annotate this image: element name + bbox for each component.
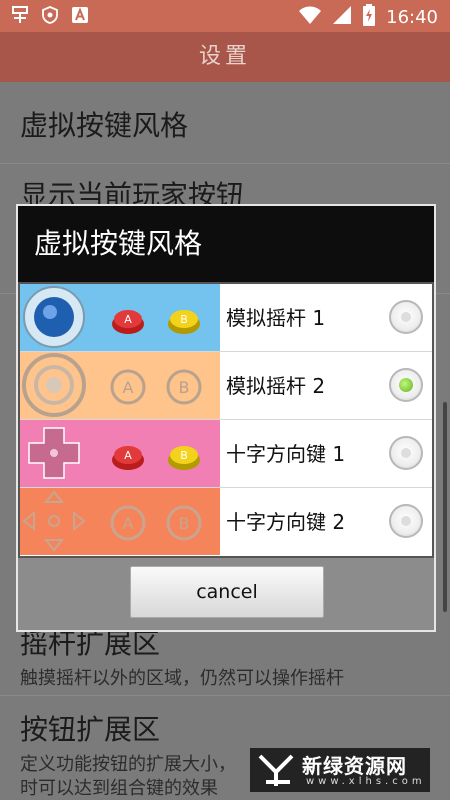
analog-stick-1-preview-icon: A B <box>20 284 220 351</box>
wifi-icon <box>298 5 322 30</box>
option-label: 十字方向键 2 <box>226 510 346 534</box>
svg-text:A: A <box>124 449 132 462</box>
dpad-1-preview-icon: A B <box>20 420 220 487</box>
option-label: 模拟摇杆 2 <box>226 374 326 398</box>
cancel-button[interactable]: cancel <box>130 566 324 618</box>
battery-charging-icon <box>362 4 376 31</box>
option-label: 模拟摇杆 1 <box>226 306 326 330</box>
option-analog-stick-1[interactable]: A B 模拟摇杆 1 <box>20 284 432 352</box>
style-dialog: 虚拟按键风格 A B 模拟摇杆 1 A B 模拟摇杆 2 A B 十字方向键 1… <box>16 204 436 632</box>
watermark-logo-icon <box>256 752 296 788</box>
setting-item[interactable]: 虚拟按键风格 <box>0 82 450 164</box>
radio-button-selected[interactable] <box>389 368 423 402</box>
svg-text:B: B <box>179 378 190 397</box>
svg-text:A: A <box>124 313 132 326</box>
setting-subtitle: 时可以达到组合键的效果 <box>20 778 218 799</box>
setting-title: 虚拟按键风格 <box>20 109 189 142</box>
dialog-footer: cancel <box>18 558 434 630</box>
signal-icon <box>332 5 352 30</box>
option-dpad-2[interactable]: A B 十字方向键 2 <box>20 488 432 556</box>
setting-subtitle: 定义功能按钮的扩展大小， <box>20 754 236 775</box>
status-bar: 16:40 <box>0 0 450 32</box>
watermark-name: 新绿资源网 <box>302 754 407 778</box>
watermark-url: www.xlhs.com <box>306 776 426 787</box>
option-list: A B 模拟摇杆 1 A B 模拟摇杆 2 A B 十字方向键 1 A B 十字… <box>20 284 432 556</box>
page-title: 设置 <box>0 32 450 82</box>
radio-button[interactable] <box>389 504 423 538</box>
clock: 16:40 <box>386 7 438 28</box>
svg-text:A: A <box>123 514 134 533</box>
setting-title: 按钮扩展区 <box>20 713 161 746</box>
radio-button[interactable] <box>389 300 423 334</box>
analog-stick-2-preview-icon: A B <box>20 352 220 419</box>
dpad-2-preview-icon: A B <box>20 488 220 555</box>
option-label: 十字方向键 1 <box>226 442 346 466</box>
shield-icon <box>40 5 60 25</box>
svg-text:B: B <box>180 449 188 462</box>
svg-text:B: B <box>179 514 190 533</box>
radio-button[interactable] <box>389 436 423 470</box>
option-analog-stick-2[interactable]: A B 模拟摇杆 2 <box>20 352 432 420</box>
watermark: 新绿资源网 www.xlhs.com <box>250 748 430 792</box>
setting-subtitle: 触摸摇杆以外的区域，仍然可以操作摇杆 <box>20 668 344 689</box>
a-badge-icon <box>70 5 90 25</box>
option-dpad-1[interactable]: A B 十字方向键 1 <box>20 420 432 488</box>
svg-text:B: B <box>180 313 188 326</box>
app-icon <box>10 5 30 25</box>
dialog-title: 虚拟按键风格 <box>18 206 434 282</box>
svg-text:A: A <box>123 378 134 397</box>
scrollbar[interactable] <box>443 402 447 612</box>
